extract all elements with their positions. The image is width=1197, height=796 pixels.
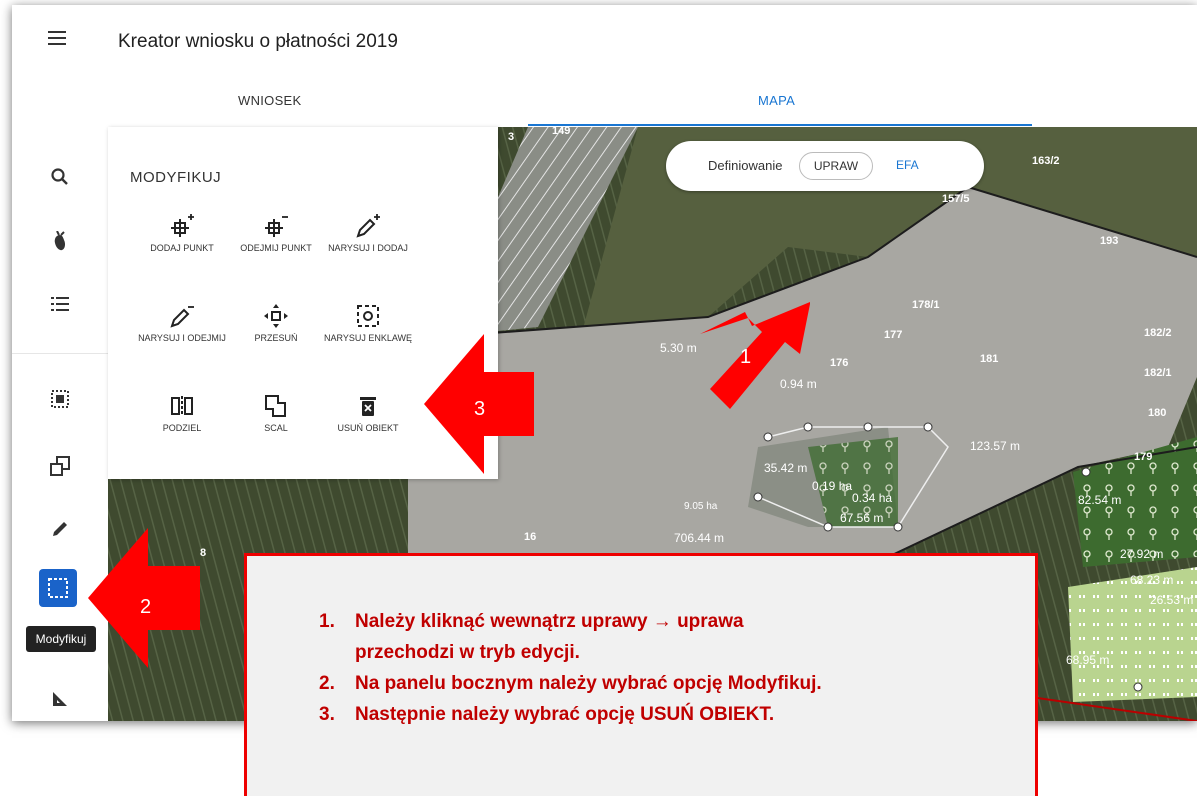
list-icon[interactable] xyxy=(48,295,72,319)
instruction-text: Na panelu bocznym należy wybrać opcję Mo… xyxy=(355,673,822,694)
instruction-text: Następnie należy wybrać opcję USUŃ OBIEK… xyxy=(355,704,775,725)
instruction-number: 2. xyxy=(319,673,335,694)
parcel-label: 182/1 xyxy=(1144,367,1172,379)
tool-label: PODZIEL xyxy=(162,423,202,433)
merge-icon xyxy=(226,393,326,421)
arrow-2-label: 2 xyxy=(140,596,152,618)
measure-label: 0.34 ha xyxy=(852,491,893,505)
app-title: Kreator wniosku o płatności 2019 xyxy=(118,31,398,52)
enclave-icon xyxy=(318,303,418,331)
measure-label: 82.54 m xyxy=(1078,493,1122,507)
toggle-label: Definiowanie xyxy=(708,158,783,173)
instruction-item: 2. Na panelu bocznym należy wybrać opcję … xyxy=(319,668,822,699)
measure-label: 35.42 m xyxy=(764,461,808,475)
modify-icon xyxy=(48,578,68,598)
add-point-icon xyxy=(132,213,232,241)
measure-label: 0.19 ha xyxy=(812,479,853,493)
tool-label: NARYSUJ I DODAJ xyxy=(328,243,408,253)
tool-label: NARYSUJ I ODEJMIJ xyxy=(138,333,226,343)
arrow-1 xyxy=(700,302,810,409)
parcel-label: 157/5 xyxy=(942,193,970,205)
parcel-label: 193 xyxy=(1100,235,1119,247)
app-bar: Kreator wniosku o płatności 2019 xyxy=(12,5,1197,77)
rail-divider xyxy=(12,353,108,354)
instruction-number: 3. xyxy=(319,704,335,725)
delete-object-button[interactable]: USUŃ OBIEKT xyxy=(318,393,418,434)
measure-label: 9.05 ha xyxy=(684,501,718,512)
instruction-text: Należy kliknąć wewnątrz uprawy → uprawa xyxy=(355,611,744,632)
draw-subtract-button[interactable]: NARYSUJ I ODEJMIJ xyxy=(132,303,232,344)
remove-point-button[interactable]: ODEJMIJ PUNKT xyxy=(226,213,326,254)
definition-toggle: Definiowanie UPRAW EFA xyxy=(666,141,984,191)
copy-layers-icon[interactable] xyxy=(48,455,72,479)
split-icon xyxy=(132,393,232,421)
measure-label: 68.23 m xyxy=(1130,573,1174,587)
instruction-callout: 1. Należy kliknąć wewnątrz uprawy → upraw… xyxy=(244,553,1038,796)
instruction-number: 1. xyxy=(319,611,335,632)
parcel-label: 178/1 xyxy=(912,299,940,311)
measure-label: 706.44 m xyxy=(674,531,725,545)
tab-wniosek[interactable]: WNIOSEK xyxy=(238,93,302,108)
move-button[interactable]: PRZESUŃ xyxy=(226,303,326,344)
measure-label: 68.95 m xyxy=(1066,653,1110,667)
tool-label: PRZESUŃ xyxy=(254,333,298,343)
move-icon xyxy=(226,303,326,331)
tab-bar: WNIOSEK MAPA xyxy=(12,77,1197,128)
parcel-label: 181 xyxy=(980,353,999,365)
parcel-label: 176 xyxy=(830,357,849,369)
instruction-list: 1. Należy kliknąć wewnątrz uprawy → upraw… xyxy=(319,606,822,730)
tool-label: NARYSUJ ENKLAWĘ xyxy=(323,333,413,343)
remove-point-icon xyxy=(226,213,326,241)
draw-subtract-icon xyxy=(132,303,232,331)
draw-add-icon xyxy=(318,213,418,241)
merge-button[interactable]: SCAL xyxy=(226,393,326,434)
panel-title: MODYFIKUJ xyxy=(130,169,222,186)
tool-label: ODEJMIJ PUNKT xyxy=(240,243,312,253)
parcel-label: 16 xyxy=(524,531,537,543)
instruction-item: 3. Następnie należy wybrać opcję USUŃ OBI… xyxy=(319,699,822,730)
modify-tooltip: Modyfikuj xyxy=(26,626,96,652)
tool-label: DODAJ PUNKT xyxy=(150,243,214,253)
add-point-button[interactable]: DODAJ PUNKT xyxy=(132,213,232,254)
arrow-3-label: 3 xyxy=(474,398,486,420)
instruction-item-continuation: przechodzi w tryb edycji. xyxy=(319,637,822,668)
draw-enclave-button[interactable]: NARYSUJ ENKLAWĘ xyxy=(318,303,418,344)
toggle-upraw[interactable]: UPRAW xyxy=(799,152,873,180)
measure-label: 123.57 m xyxy=(970,439,1021,453)
draw-add-button[interactable]: NARYSUJ I DODAJ xyxy=(318,213,418,254)
instruction-text: przechodzi w tryb edycji. xyxy=(355,642,580,663)
delete-icon xyxy=(318,393,418,421)
crop-icon[interactable] xyxy=(48,230,72,255)
tool-label: SCAL xyxy=(264,423,288,433)
measure-label: 67.56 m xyxy=(840,511,884,525)
parcel-label: 182/2 xyxy=(1144,327,1172,339)
measure-label: 27.92 m xyxy=(1120,547,1164,561)
parcel-label: 149 xyxy=(552,127,571,137)
tab-mapa[interactable]: MAPA xyxy=(758,93,795,108)
search-icon[interactable] xyxy=(48,167,72,191)
toggle-efa[interactable]: EFA xyxy=(896,158,919,172)
parcel-label: 179 xyxy=(1134,451,1153,463)
instruction-item: 1. Należy kliknąć wewnątrz uprawy → upraw… xyxy=(319,606,822,637)
parcel-label: 180 xyxy=(1148,407,1167,419)
tool-label: USUŃ OBIEKT xyxy=(337,423,399,433)
measure-icon[interactable] xyxy=(48,689,72,713)
parcel-label: 3 xyxy=(508,131,515,143)
measure-label: 26.53 m xyxy=(1150,593,1194,607)
active-tab-indicator xyxy=(528,124,1032,126)
parcel-label: 8 xyxy=(200,547,207,559)
modify-button[interactable] xyxy=(39,569,77,607)
menu-icon[interactable] xyxy=(48,31,66,45)
parcel-label: 177 xyxy=(884,329,903,341)
parcel-label: 163/2 xyxy=(1032,155,1060,167)
split-button[interactable]: PODZIEL xyxy=(132,393,232,434)
pencil-icon[interactable] xyxy=(48,519,72,543)
select-area-icon[interactable] xyxy=(48,389,72,413)
arrow-1-label: 1 xyxy=(740,346,752,368)
